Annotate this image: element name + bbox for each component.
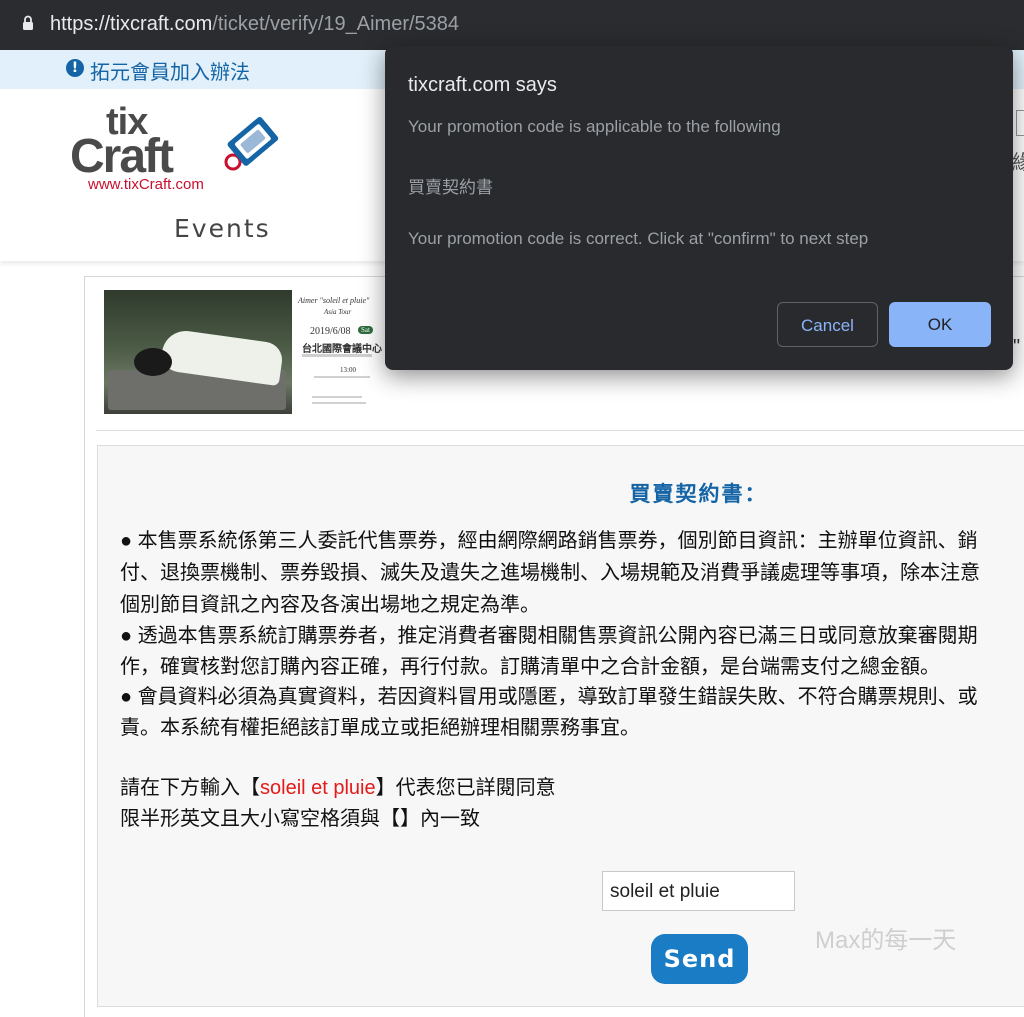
promo-code-input[interactable]: soleil et pluie: [602, 871, 795, 911]
dialog-message-line: Your promotion code is applicable to the…: [408, 117, 781, 136]
ok-button[interactable]: OK: [889, 302, 991, 347]
edge-quote-mark: ": [1013, 336, 1021, 358]
send-button[interactable]: Send: [651, 934, 748, 984]
agreement-line: 付、退換票機制、票券毀損、滅失及遺失之進場機制、入場規範及消費爭議處理等事項，除…: [120, 562, 980, 584]
poster-venue: 台北國際會議中心: [302, 344, 382, 355]
poster-day-badge: Sat: [358, 326, 373, 334]
poster-title: Aimer "soleil et pluie": [298, 296, 370, 305]
agreement-line: ● 會員資料必須為真實資料，若因資料冒用或隱匿，導致訂單發生錯誤失敗、不符合購票…: [120, 686, 978, 708]
agreement-title: 買賣契約書：: [629, 483, 768, 506]
agreement-line: ● 透過本售票系統訂購票券者，推定消費者審閱相關售票資訊公開內容已滿三日或同意放…: [120, 625, 978, 647]
agreement-instruction: 請在下方輸入【soleil et pluie】代表您已詳閱同意: [120, 777, 556, 799]
lock-icon: [23, 15, 33, 30]
poster-time: 13:00: [340, 366, 356, 374]
url-text[interactable]: https://tixcraft.com/ticket/verify/19_Ai…: [50, 13, 459, 36]
promo-code-text: soleil et pluie: [260, 777, 376, 799]
agreement-line: 個別節目資訊之內容及各演出場地之規定為準。: [120, 594, 540, 616]
dialog-message-line: 買賣契約書: [408, 178, 493, 197]
divider: [96, 430, 1024, 431]
url-host: https://tixcraft.com: [50, 13, 213, 35]
poster-date: 2019/6/08: [310, 326, 351, 337]
cancel-button[interactable]: Cancel: [777, 302, 878, 347]
header-edge-text: 緣: [1012, 152, 1024, 174]
header-edge-box: [1016, 110, 1024, 136]
watermark-text: Max的每一天: [815, 927, 957, 954]
nav-events-link[interactable]: Events: [174, 214, 271, 243]
agreement-line: ● 本售票系統係第三人委託代售票券，經由網際網路銷售票券，個別節目資訊：主辦單位…: [120, 530, 978, 552]
agreement-note: 限半形英文且大小寫空格須與【】內一致: [120, 808, 480, 830]
logo-url: www.tixCraft.com: [88, 176, 204, 193]
member-join-link[interactable]: 拓元會員加入辦法: [90, 56, 250, 85]
info-icon: !: [66, 59, 84, 77]
agreement-line: 作，確實核對您訂購內容正確，再行付款。訂購清單中之合計金額，是台端需支付之總金額…: [120, 656, 940, 678]
poster-info-panel: Aimer "soleil et pluie" Asia Tour 2019/6…: [292, 290, 386, 414]
dialog-title: tixcraft.com says: [408, 74, 557, 96]
url-path: /ticket/verify/19_Aimer/5384: [212, 13, 460, 35]
agreement-line: 責。本系統有權拒絕該訂單成立或拒絕辦理相關票務事宜。: [120, 717, 640, 739]
dialog-message-line: Your promotion code is correct. Click at…: [408, 229, 869, 248]
browser-address-bar[interactable]: https://tixcraft.com/ticket/verify/19_Ai…: [0, 0, 1024, 50]
poster-subtitle: Asia Tour: [324, 308, 352, 316]
event-poster-image: [104, 290, 292, 414]
